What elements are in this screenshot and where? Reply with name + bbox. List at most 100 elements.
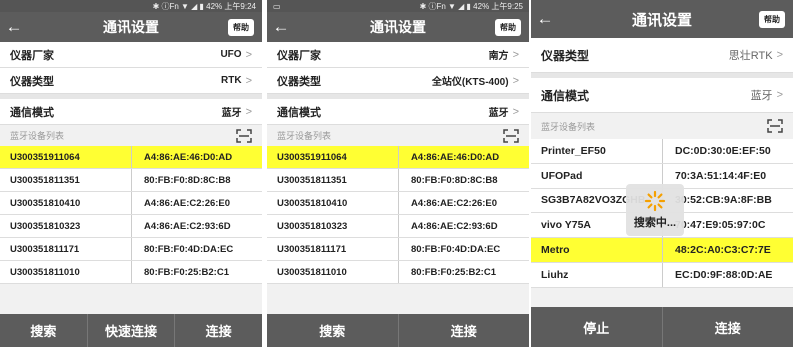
device-row[interactable]: U300351810323 A4:86:AE:C2:93:6D <box>267 215 529 238</box>
chevron-right-icon: > <box>245 74 252 87</box>
setting-value: UFO <box>220 49 242 60</box>
setting-value: RTK <box>221 75 242 86</box>
device-row[interactable]: U300351811171 80:FB:F0:4D:DA:EC <box>267 238 529 261</box>
device-mac: 80:FB:F0:8D:8C:B8 <box>398 169 529 191</box>
chevron-right-icon: > <box>245 48 252 61</box>
title-bar: ← 通讯设置 帮助 <box>531 0 793 38</box>
chevron-right-icon: > <box>776 89 783 101</box>
title-bar: ← 通讯设置 帮助 <box>267 12 529 42</box>
status-bar: ✱ ⓘFn ▼ ◢ ▮ 42% 上午9:24 <box>0 0 262 12</box>
chevron-right-icon: > <box>512 74 519 87</box>
setting-label: 仪器厂家 <box>277 49 321 62</box>
device-row[interactable]: U300351911064 A4:86:AE:46:D0:AD <box>0 146 262 169</box>
setting-value: 蓝牙 <box>488 108 509 119</box>
scan-frame-icon[interactable] <box>767 119 783 133</box>
setting-row-comm-mode[interactable]: 通信模式 蓝牙 > <box>531 78 793 113</box>
device-name: UFOPad <box>541 169 583 182</box>
back-arrow-icon[interactable]: ← <box>0 17 28 37</box>
stop-button[interactable]: 停止 <box>531 307 663 347</box>
device-mac: EC:D0:9F:88:0D:AE <box>662 262 793 287</box>
setting-row-comm-mode[interactable]: 通信模式 蓝牙 > <box>0 99 262 125</box>
setting-label: 仪器类型 <box>277 75 321 88</box>
device-mac: A4:86:AE:46:D0:AD <box>398 146 529 168</box>
setting-row-manufacturer[interactable]: 仪器厂家 南方 > <box>267 42 529 68</box>
loading-toast: 搜索中... <box>626 184 684 236</box>
search-button[interactable]: 搜索 <box>0 314 88 347</box>
device-name: U300351810410 <box>10 197 81 209</box>
device-list-header: 蓝牙设备列表 <box>531 113 793 139</box>
device-row[interactable]: U300351911064 A4:86:AE:46:D0:AD <box>267 146 529 169</box>
scan-frame-icon[interactable] <box>236 128 252 143</box>
setting-row-type[interactable]: 仪器类型 全站仪(KTS-400) > <box>267 68 529 94</box>
device-name: U300351811171 <box>277 243 347 255</box>
device-row[interactable]: U300351811010 80:FB:F0:25:B2:C1 <box>267 261 529 284</box>
status-left: ▭ <box>273 1 281 11</box>
bottom-action-bar: 搜索 快速连接 连接 <box>0 314 262 347</box>
device-list-title: 蓝牙设备列表 <box>10 131 65 141</box>
status-bar: ▭ ✱ ⓘFn ▼ ◢ ▮ 42% 上午9:25 <box>267 0 529 12</box>
setting-value: 蓝牙 <box>221 108 242 119</box>
device-name: Liuhz <box>541 268 569 281</box>
quick-connect-button[interactable]: 快速连接 <box>88 314 176 347</box>
search-button[interactable]: 搜索 <box>267 314 399 347</box>
back-arrow-icon[interactable]: ← <box>267 17 295 37</box>
screen-1: ✱ ⓘFn ▼ ◢ ▮ 42% 上午9:24 ← 通讯设置 帮助 仪器厂家 UF… <box>0 0 262 347</box>
device-list-title: 蓝牙设备列表 <box>541 121 596 132</box>
setting-row-manufacturer[interactable]: 仪器厂家 UFO > <box>0 42 262 68</box>
device-mac: A4:86:AE:C2:93:6D <box>131 215 262 237</box>
device-name: Metro <box>541 244 570 257</box>
device-list-header: 蓝牙设备列表 <box>0 125 262 146</box>
setting-row-type[interactable]: 仪器类型 RTK > <box>0 68 262 94</box>
device-row[interactable]: U300351811351 80:FB:F0:8D:8C:B8 <box>267 169 529 192</box>
setting-value: 南方 <box>488 51 509 62</box>
device-list-header: 蓝牙设备列表 <box>267 125 529 146</box>
device-mac: A4:86:AE:C2:93:6D <box>398 215 529 237</box>
connect-button[interactable]: 连接 <box>663 307 793 347</box>
setting-value: 全站仪(KTS-400) <box>431 77 509 88</box>
chevron-right-icon: > <box>512 48 519 61</box>
device-mac: 80:FB:F0:25:B2:C1 <box>131 261 262 283</box>
device-name: U300351811010 <box>10 266 80 278</box>
setting-label: 通信模式 <box>277 106 321 119</box>
device-row[interactable]: U300351810410 A4:86:AE:C2:26:E0 <box>267 192 529 215</box>
device-mac: A4:86:AE:C2:26:E0 <box>131 192 262 214</box>
help-button[interactable]: 帮助 <box>759 10 785 28</box>
help-button[interactable]: 帮助 <box>228 18 254 36</box>
device-row[interactable]: Printer_EF50 DC:0D:30:0E:EF:50 <box>531 139 793 164</box>
device-row[interactable]: U300351811171 80:FB:F0:4D:DA:EC <box>0 238 262 261</box>
device-row[interactable]: U300351811351 80:FB:F0:8D:8C:B8 <box>0 169 262 192</box>
device-name: U300351911064 <box>10 151 80 163</box>
screens-container: ✱ ⓘFn ▼ ◢ ▮ 42% 上午9:24 ← 通讯设置 帮助 仪器厂家 UF… <box>0 0 793 347</box>
device-row[interactable]: U300351811010 80:FB:F0:25:B2:C1 <box>0 261 262 284</box>
device-list-title: 蓝牙设备列表 <box>277 131 332 141</box>
setting-label: 仪器类型 <box>541 48 590 63</box>
device-row[interactable]: U300351810410 A4:86:AE:C2:26:E0 <box>0 192 262 215</box>
page-title: 通讯设置 <box>103 19 159 35</box>
device-name: U300351810410 <box>277 197 348 209</box>
device-row[interactable]: U300351810323 A4:86:AE:C2:93:6D <box>0 215 262 238</box>
device-name: U300351811351 <box>277 174 347 186</box>
setting-label: 通信模式 <box>541 88 590 103</box>
page-title: 通讯设置 <box>370 19 426 35</box>
device-name: U300351811351 <box>10 174 80 186</box>
setting-label: 通信模式 <box>10 106 54 119</box>
device-name: U300351811171 <box>10 243 80 255</box>
connect-button[interactable]: 连接 <box>175 314 262 347</box>
device-name: U300351810323 <box>10 220 81 232</box>
device-name: U300351811010 <box>277 266 347 278</box>
device-name: U300351911064 <box>277 151 347 163</box>
help-button[interactable]: 帮助 <box>495 18 521 36</box>
scan-frame-icon[interactable] <box>503 128 519 143</box>
back-arrow-icon[interactable]: ← <box>531 9 559 29</box>
device-mac: 48:2C:A0:C3:C7:7E <box>662 238 793 262</box>
device-row[interactable]: Metro 48:2C:A0:C3:C7:7E <box>531 238 793 263</box>
chevron-right-icon: > <box>245 105 252 118</box>
setting-row-type[interactable]: 仪器类型 思壮RTK > <box>531 38 793 73</box>
device-mac: A4:86:AE:C2:26:E0 <box>398 192 529 214</box>
loading-text: 搜索中... <box>633 217 677 229</box>
device-name: Printer_EF50 <box>541 144 606 157</box>
connect-button[interactable]: 连接 <box>399 314 530 347</box>
device-row[interactable]: Liuhz EC:D0:9F:88:0D:AE <box>531 262 793 288</box>
setting-row-comm-mode[interactable]: 通信模式 蓝牙 > <box>267 99 529 125</box>
device-mac: DC:0D:30:0E:EF:50 <box>662 139 793 163</box>
